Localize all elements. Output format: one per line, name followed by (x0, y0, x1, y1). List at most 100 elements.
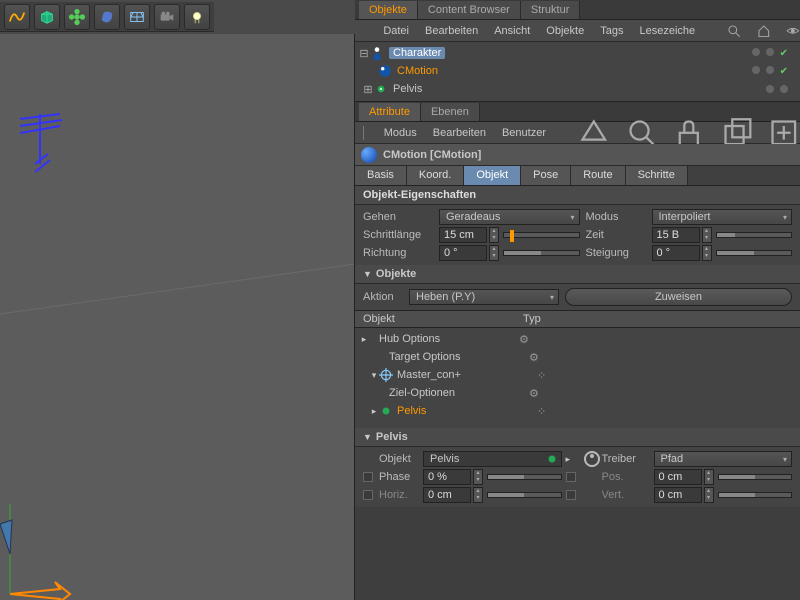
spinner[interactable]: ▴▾ (702, 245, 712, 261)
spinner[interactable]: ▴▾ (704, 469, 714, 485)
input-vert[interactable] (654, 487, 702, 503)
field-schrittlaenge[interactable]: ▴▾ (439, 227, 580, 243)
menu-modus[interactable]: Modus (384, 127, 417, 139)
spinner[interactable]: ▴▾ (489, 245, 499, 261)
obj-row-charakter[interactable]: ⊟ Charakter ✔ (359, 44, 796, 62)
spinner[interactable]: ▴▾ (473, 487, 483, 503)
enable-check[interactable]: ✔ (780, 66, 788, 77)
tab-objekte[interactable]: Objekte (359, 1, 418, 19)
input-schrittlaenge[interactable] (439, 227, 487, 243)
input-richtung[interactable] (439, 245, 487, 261)
chk-phase[interactable] (363, 472, 373, 482)
subtab-pose[interactable]: Pose (521, 166, 571, 185)
subtab-route[interactable]: Route (571, 166, 625, 185)
chk-horiz[interactable] (363, 490, 373, 500)
field-horiz[interactable]: ▴▾ (423, 487, 562, 503)
chk-vert[interactable] (566, 490, 576, 500)
section-pelvis[interactable]: ▼Pelvis (355, 428, 800, 447)
subtab-basis[interactable]: Basis (355, 166, 407, 185)
dots-icon[interactable]: ⁘ (537, 369, 546, 382)
vis-dot[interactable] (752, 48, 760, 56)
input-horiz[interactable] (423, 487, 471, 503)
input-phase[interactable] (423, 469, 471, 485)
obj-label[interactable]: Pelvis (393, 83, 422, 95)
eye-icon[interactable] (786, 24, 800, 38)
expand-arrow[interactable]: ▾ (369, 370, 379, 381)
tab-content-browser[interactable]: Content Browser (418, 1, 521, 19)
obj-row-cmotion[interactable]: CMotion ✔ (359, 62, 796, 80)
field-steigung[interactable]: ▴▾ (652, 245, 793, 261)
obj-label[interactable]: Charakter (389, 47, 445, 59)
tab-attribute[interactable]: Attribute (359, 103, 421, 121)
spinner[interactable]: ▴▾ (489, 227, 499, 243)
gear-icon[interactable]: ⚙ (529, 351, 539, 364)
home-icon[interactable] (757, 24, 771, 38)
vis-dot[interactable] (766, 48, 774, 56)
input-pos[interactable] (654, 469, 702, 485)
spinner[interactable]: ▴▾ (473, 469, 483, 485)
dd-treiber[interactable]: Pfad (654, 451, 793, 467)
input-zeit[interactable] (652, 227, 700, 243)
field-phase[interactable]: ▴▾ (423, 469, 562, 485)
menu-benutzer[interactable]: Benutzer (502, 127, 546, 139)
attr-title: CMotion [CMotion] (383, 149, 481, 161)
list-item[interactable]: Ziel-Optionen⚙ (359, 384, 796, 402)
gear-icon[interactable]: ⚙ (519, 333, 529, 346)
subtab-koord[interactable]: Koord. (407, 166, 464, 185)
spinner[interactable]: ▴▾ (704, 487, 714, 503)
field-richtung[interactable]: ▴▾ (439, 245, 580, 261)
flower-icon[interactable] (64, 4, 90, 30)
section-objekte[interactable]: ▼Objekte (355, 265, 800, 284)
obj-label[interactable]: CMotion (397, 65, 438, 77)
subtab-schritte[interactable]: Schritte (626, 166, 688, 185)
tab-ebenen[interactable]: Ebenen (421, 103, 480, 121)
expand-toggle[interactable]: ⊞ (363, 83, 373, 96)
list-item[interactable]: ▸Hub Options⚙ (359, 330, 796, 348)
gear-icon[interactable]: ⚙ (529, 387, 539, 400)
viewport[interactable] (0, 34, 355, 600)
search-icon[interactable] (727, 24, 741, 38)
expand-toggle[interactable]: ⊟ (359, 47, 369, 60)
dd-gehen[interactable]: Geradeaus (439, 209, 580, 225)
menu-datei[interactable]: Datei (383, 25, 409, 37)
menu-lesezeichen[interactable]: Lesezeiche (639, 25, 695, 37)
field-vert[interactable]: ▴▾ (654, 487, 793, 503)
menu-ansicht[interactable]: Ansicht (494, 25, 530, 37)
menu-objekte[interactable]: Objekte (546, 25, 584, 37)
blob-icon[interactable] (94, 4, 120, 30)
link-objekt[interactable]: Pelvis (423, 451, 562, 467)
lbl-richtung: Richtung (363, 247, 433, 259)
zuweisen-button[interactable]: Zuweisen (565, 288, 792, 306)
spline-icon[interactable] (4, 4, 30, 30)
list-item[interactable]: ▾Master_con+⁘ (359, 366, 796, 384)
dd-aktion[interactable]: Heben (P.Y) (409, 289, 559, 305)
dd-modus[interactable]: Interpoliert (652, 209, 793, 225)
picker-arrow-icon[interactable]: ▸ (566, 454, 580, 465)
spinner[interactable]: ▴▾ (702, 227, 712, 243)
target-picker-icon[interactable] (584, 451, 600, 467)
vis-dot[interactable] (780, 85, 788, 93)
expand-arrow[interactable]: ▸ (369, 406, 379, 417)
field-zeit[interactable]: ▴▾ (652, 227, 793, 243)
input-steigung[interactable] (652, 245, 700, 261)
light-icon[interactable] (184, 4, 210, 30)
enable-check[interactable]: ✔ (780, 48, 788, 59)
cube-icon[interactable] (34, 4, 60, 30)
menu-bearbeiten[interactable]: Bearbeiten (433, 127, 486, 139)
dots-icon[interactable]: ⁘ (537, 405, 546, 418)
camera-icon[interactable] (154, 4, 180, 30)
list-item[interactable]: Target Options⚙ (359, 348, 796, 366)
grid-icon[interactable] (124, 4, 150, 30)
vis-dot[interactable] (752, 66, 760, 74)
tab-struktur[interactable]: Struktur (521, 1, 581, 19)
field-pos[interactable]: ▴▾ (654, 469, 793, 485)
list-item[interactable]: ▸Pelvis⁘ (359, 402, 796, 420)
vis-dot[interactable] (766, 66, 774, 74)
obj-props-grid: Gehen Geradeaus Modus Interpoliert Schri… (355, 205, 800, 265)
subtab-objekt[interactable]: Objekt (464, 166, 521, 185)
menu-bearbeiten[interactable]: Bearbeiten (425, 25, 478, 37)
vis-dot[interactable] (766, 85, 774, 93)
chk-pos[interactable] (566, 472, 576, 482)
menu-tags[interactable]: Tags (600, 25, 623, 37)
obj-row-pelvis[interactable]: ⊞ Pelvis (359, 80, 796, 98)
